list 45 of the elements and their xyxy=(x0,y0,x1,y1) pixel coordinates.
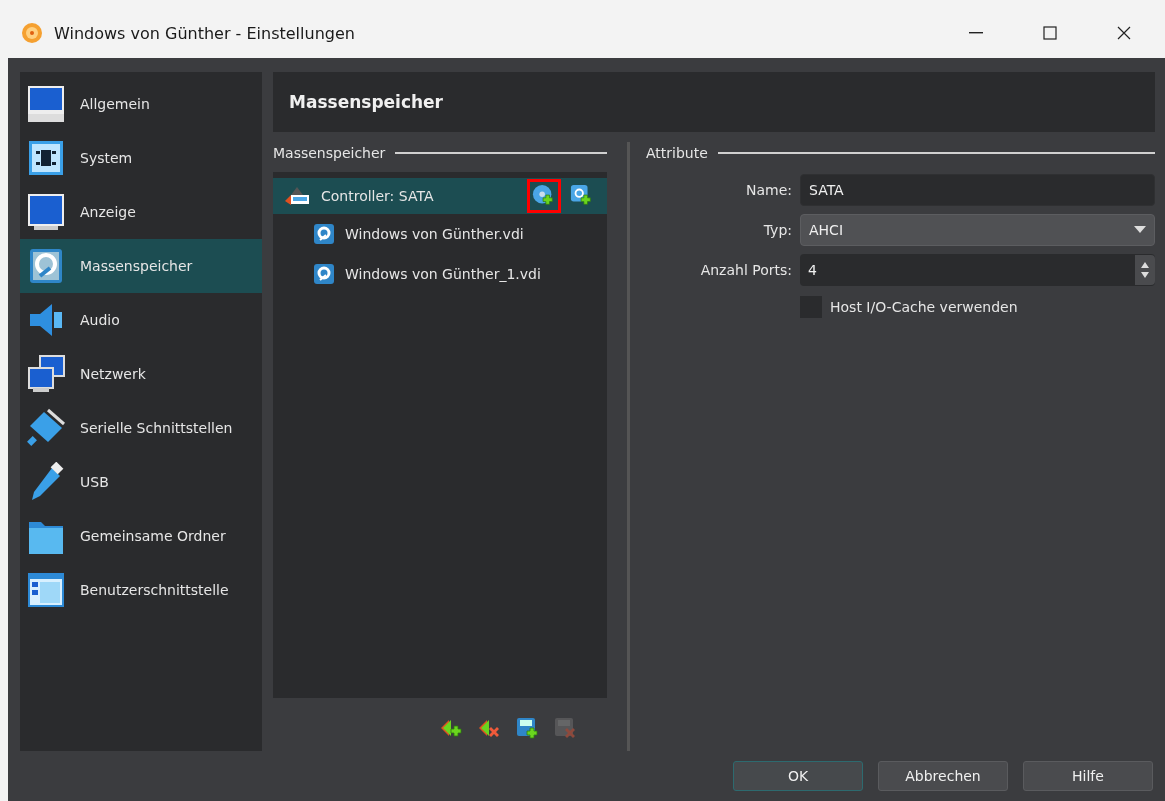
ports-spinbox[interactable]: 4 xyxy=(800,254,1155,286)
caret-icon xyxy=(1134,226,1146,234)
checkbox-label: Host I/O-Cache verwenden xyxy=(830,299,1018,315)
tree-item[interactable]: Windows von Günther_1.vdi xyxy=(273,254,607,294)
tool-button[interactable] xyxy=(527,179,561,213)
window-title: Windows von Günther - Einstellungen xyxy=(54,23,356,43)
sidebar-item[interactable]: Allgemein xyxy=(20,77,262,131)
type-dropdown[interactable]: AHCI xyxy=(800,214,1155,246)
sidebar-item[interactable]: Massenspeicher xyxy=(20,239,262,293)
window-layout-icon xyxy=(26,570,66,610)
page-title: Massenspeicher xyxy=(289,92,443,112)
group-label: Massenspeicher xyxy=(273,145,386,161)
sidebar-item[interactable]: Serielle Schnittstellen xyxy=(20,401,262,455)
controller-icon xyxy=(283,185,311,207)
dialog-button[interactable]: Hilfe xyxy=(1023,761,1153,791)
gear-icon xyxy=(20,21,44,45)
close-icon xyxy=(1116,25,1132,41)
serial-port-icon xyxy=(26,408,66,448)
monitor-icon xyxy=(26,192,66,232)
sidebar-item[interactable]: Benutzerschnittstelle xyxy=(20,563,262,617)
sidebar-item[interactable]: Gemeinsame Ordner xyxy=(20,509,262,563)
add-disk-icon xyxy=(570,184,594,208)
sidebar-item[interactable]: Netzwerk xyxy=(20,347,262,401)
dialog-button[interactable]: OK xyxy=(733,761,863,791)
network-icon xyxy=(26,354,66,394)
sidebar-item[interactable]: Anzeige xyxy=(20,185,262,239)
sidebar-item[interactable]: USB xyxy=(20,455,262,509)
field-label: Name: xyxy=(744,182,792,198)
chip-icon xyxy=(26,138,66,178)
spin-arrows-icon xyxy=(1140,260,1150,280)
monitor-icon xyxy=(26,84,66,124)
add-disc-icon xyxy=(532,184,556,208)
tree-item[interactable]: Windows von Günther.vdi xyxy=(273,214,607,254)
maximize-icon xyxy=(1042,25,1058,41)
add-attachment-icon xyxy=(515,716,541,742)
field-label: Anzahl Ports: xyxy=(699,262,792,278)
minimize-icon xyxy=(969,32,983,34)
tree-item[interactable]: Controller: SATA xyxy=(273,178,607,214)
sidebar-item[interactable]: System xyxy=(20,131,262,185)
field-label: Typ: xyxy=(762,222,792,238)
tool-button[interactable] xyxy=(515,716,541,742)
dialog-button[interactable]: Abbrechen xyxy=(878,761,1008,791)
group-label: Attribute xyxy=(646,145,708,161)
sidebar-item[interactable]: Audio xyxy=(20,293,262,347)
name-field[interactable]: SATA xyxy=(800,174,1155,206)
